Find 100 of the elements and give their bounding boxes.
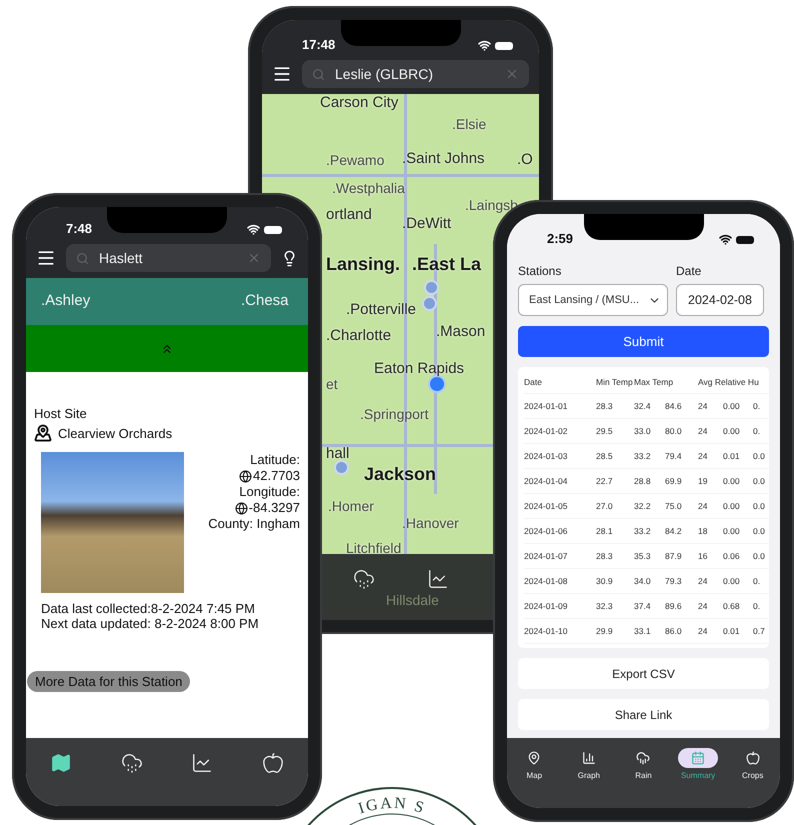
table-cell-text: 24 [698, 401, 708, 411]
tab-bar-item[interactable]: Rain [623, 748, 664, 780]
column-header: Date [524, 377, 543, 387]
rain-cloud-icon [636, 751, 650, 765]
map-pin-icon [527, 751, 542, 765]
date-field[interactable]: 2024-02-08 [676, 284, 764, 316]
globe-icon [239, 470, 252, 482]
more-data-button[interactable]: More Data for this Station [27, 671, 190, 692]
table-cell-text: 79.3 [665, 576, 683, 586]
table-cell-text: 0.01 [723, 626, 741, 636]
column-header: Avg Relative Hu [698, 377, 760, 387]
map-view[interactable]: .Ashley .Chesa [26, 278, 308, 325]
table-cell-text: 0.00 [723, 526, 741, 536]
status-time: 7:48 [66, 221, 92, 236]
status-time: 17:48 [302, 37, 336, 52]
map-place-label: Lansing. [326, 254, 400, 275]
map-place-label: et [326, 376, 338, 392]
table-cell-text: 32.4 [634, 401, 652, 411]
search-icon [76, 252, 89, 264]
map-place-label: .Potterville [346, 301, 416, 318]
table-cell-text: 0. [753, 401, 762, 411]
table-cell-text: 80.0 [665, 426, 683, 436]
table-cell-text: 34.0 [634, 576, 652, 586]
column-header: Max Temp [634, 377, 674, 387]
map-place-label: .Ashley [41, 292, 90, 309]
table-cell-text: 84.6 [665, 401, 683, 411]
station-select[interactable]: East Lansing / (MSU... [518, 284, 668, 316]
map-place-label: .Westphalia [332, 180, 405, 196]
table-cell-text: 28.5 [596, 451, 614, 461]
table-cell-text: 22.7 [596, 476, 614, 486]
map-place-label: .Saint Johns [402, 150, 485, 167]
search-icon [312, 68, 325, 80]
map-place-label: Hillsdale [386, 592, 439, 608]
map-place-label: .Homer [328, 498, 374, 514]
latitude-value: 42.7703 [253, 468, 300, 484]
status-time: 2:59 [547, 231, 574, 246]
submit-button[interactable]: Submit [518, 326, 769, 357]
table-cell-text: 28.8 [634, 476, 652, 486]
table-cell-text: 0.68 [723, 601, 741, 611]
field-label: Date [676, 264, 702, 278]
field-label: Stations [518, 264, 562, 278]
map-place-label: ortland [326, 206, 372, 223]
wifi-icon [247, 223, 260, 236]
county-text: County: Ingham [208, 516, 300, 532]
table-cell-text: 24 [698, 501, 708, 511]
table-cell-text: 0.00 [723, 501, 741, 511]
table-cell-text: 89.6 [665, 601, 683, 611]
table-cell-text: 2024-01-10 [524, 626, 568, 636]
table-cell-text: 2024-01-04 [524, 476, 568, 486]
table-cell-text: 24 [698, 576, 708, 586]
table-cell-text: 18 [698, 526, 708, 536]
battery-icon [495, 42, 513, 50]
table-cell-text: 0.0 [753, 501, 766, 511]
station-marker[interactable] [422, 296, 437, 311]
section-title: Host Site [34, 406, 87, 421]
table-cell-text: 28.1 [596, 526, 614, 536]
table-cell-text: 0.0 [753, 526, 766, 536]
table-cell-text: 32.2 [634, 501, 652, 511]
search-field[interactable]: Haslett [66, 244, 271, 272]
table-cell-text: 2024-01-01 [524, 401, 568, 411]
calendar-icon [691, 751, 706, 765]
station-marker[interactable] [334, 460, 349, 475]
share-link-button[interactable]: Share Link [518, 699, 769, 730]
search-field[interactable]: Leslie (GLBRC) [302, 60, 529, 88]
map-place-label: .Chesa [241, 292, 289, 309]
table-cell-text: 19 [698, 476, 708, 486]
map-place-label: Eaton Rapids [374, 360, 464, 377]
table-cell-text: 0.0 [753, 451, 766, 461]
table-cell-text: 0.0 [753, 476, 766, 486]
table-cell-text: 2024-01-06 [524, 526, 568, 536]
station-marker[interactable] [424, 280, 439, 295]
table-cell-text: 2024-01-05 [524, 501, 568, 511]
table-cell-text: 37.4 [634, 601, 652, 611]
station-marker[interactable] [428, 375, 446, 393]
table-cell-text: 29.5 [596, 426, 614, 436]
wifi-icon [478, 39, 491, 52]
table-cell-text: 2024-01-03 [524, 451, 568, 461]
table-cell-text: 87.9 [665, 551, 683, 561]
tab-bar-item[interactable]: Crops [732, 748, 773, 780]
map-place-label: .East La [412, 254, 482, 275]
table-cell-text: 29.9 [596, 626, 614, 636]
last-collected-text: Data last collected:8-2-2024 7:45 PM [40, 601, 256, 616]
export-csv-button[interactable]: Export CSV [518, 658, 769, 689]
bar-chart-icon [582, 751, 596, 765]
tab-bar-item[interactable]: Graph [568, 748, 609, 780]
table-cell-text: 0. [753, 576, 762, 586]
tab-bar-item[interactable]: Map [514, 748, 554, 780]
table-cell-text: 0.7 [753, 626, 766, 636]
table-cell-text: 0.00 [723, 476, 741, 486]
table-cell-text: 2024-01-02 [524, 426, 568, 436]
table-cell-text: 35.3 [634, 551, 652, 561]
table-cell-text: 0.00 [723, 576, 741, 586]
table-cell-text: 0. [753, 601, 762, 611]
table-cell-text: 32.3 [596, 601, 614, 611]
table-cell-text: 27.0 [596, 501, 614, 511]
map-place-label: Litchfield [346, 540, 402, 554]
table-cell-text: 16 [698, 551, 708, 561]
table-cell-text: 24 [698, 426, 708, 436]
longitude-label: Longitude: [239, 484, 300, 500]
longitude-value: -84.3297 [248, 500, 300, 516]
